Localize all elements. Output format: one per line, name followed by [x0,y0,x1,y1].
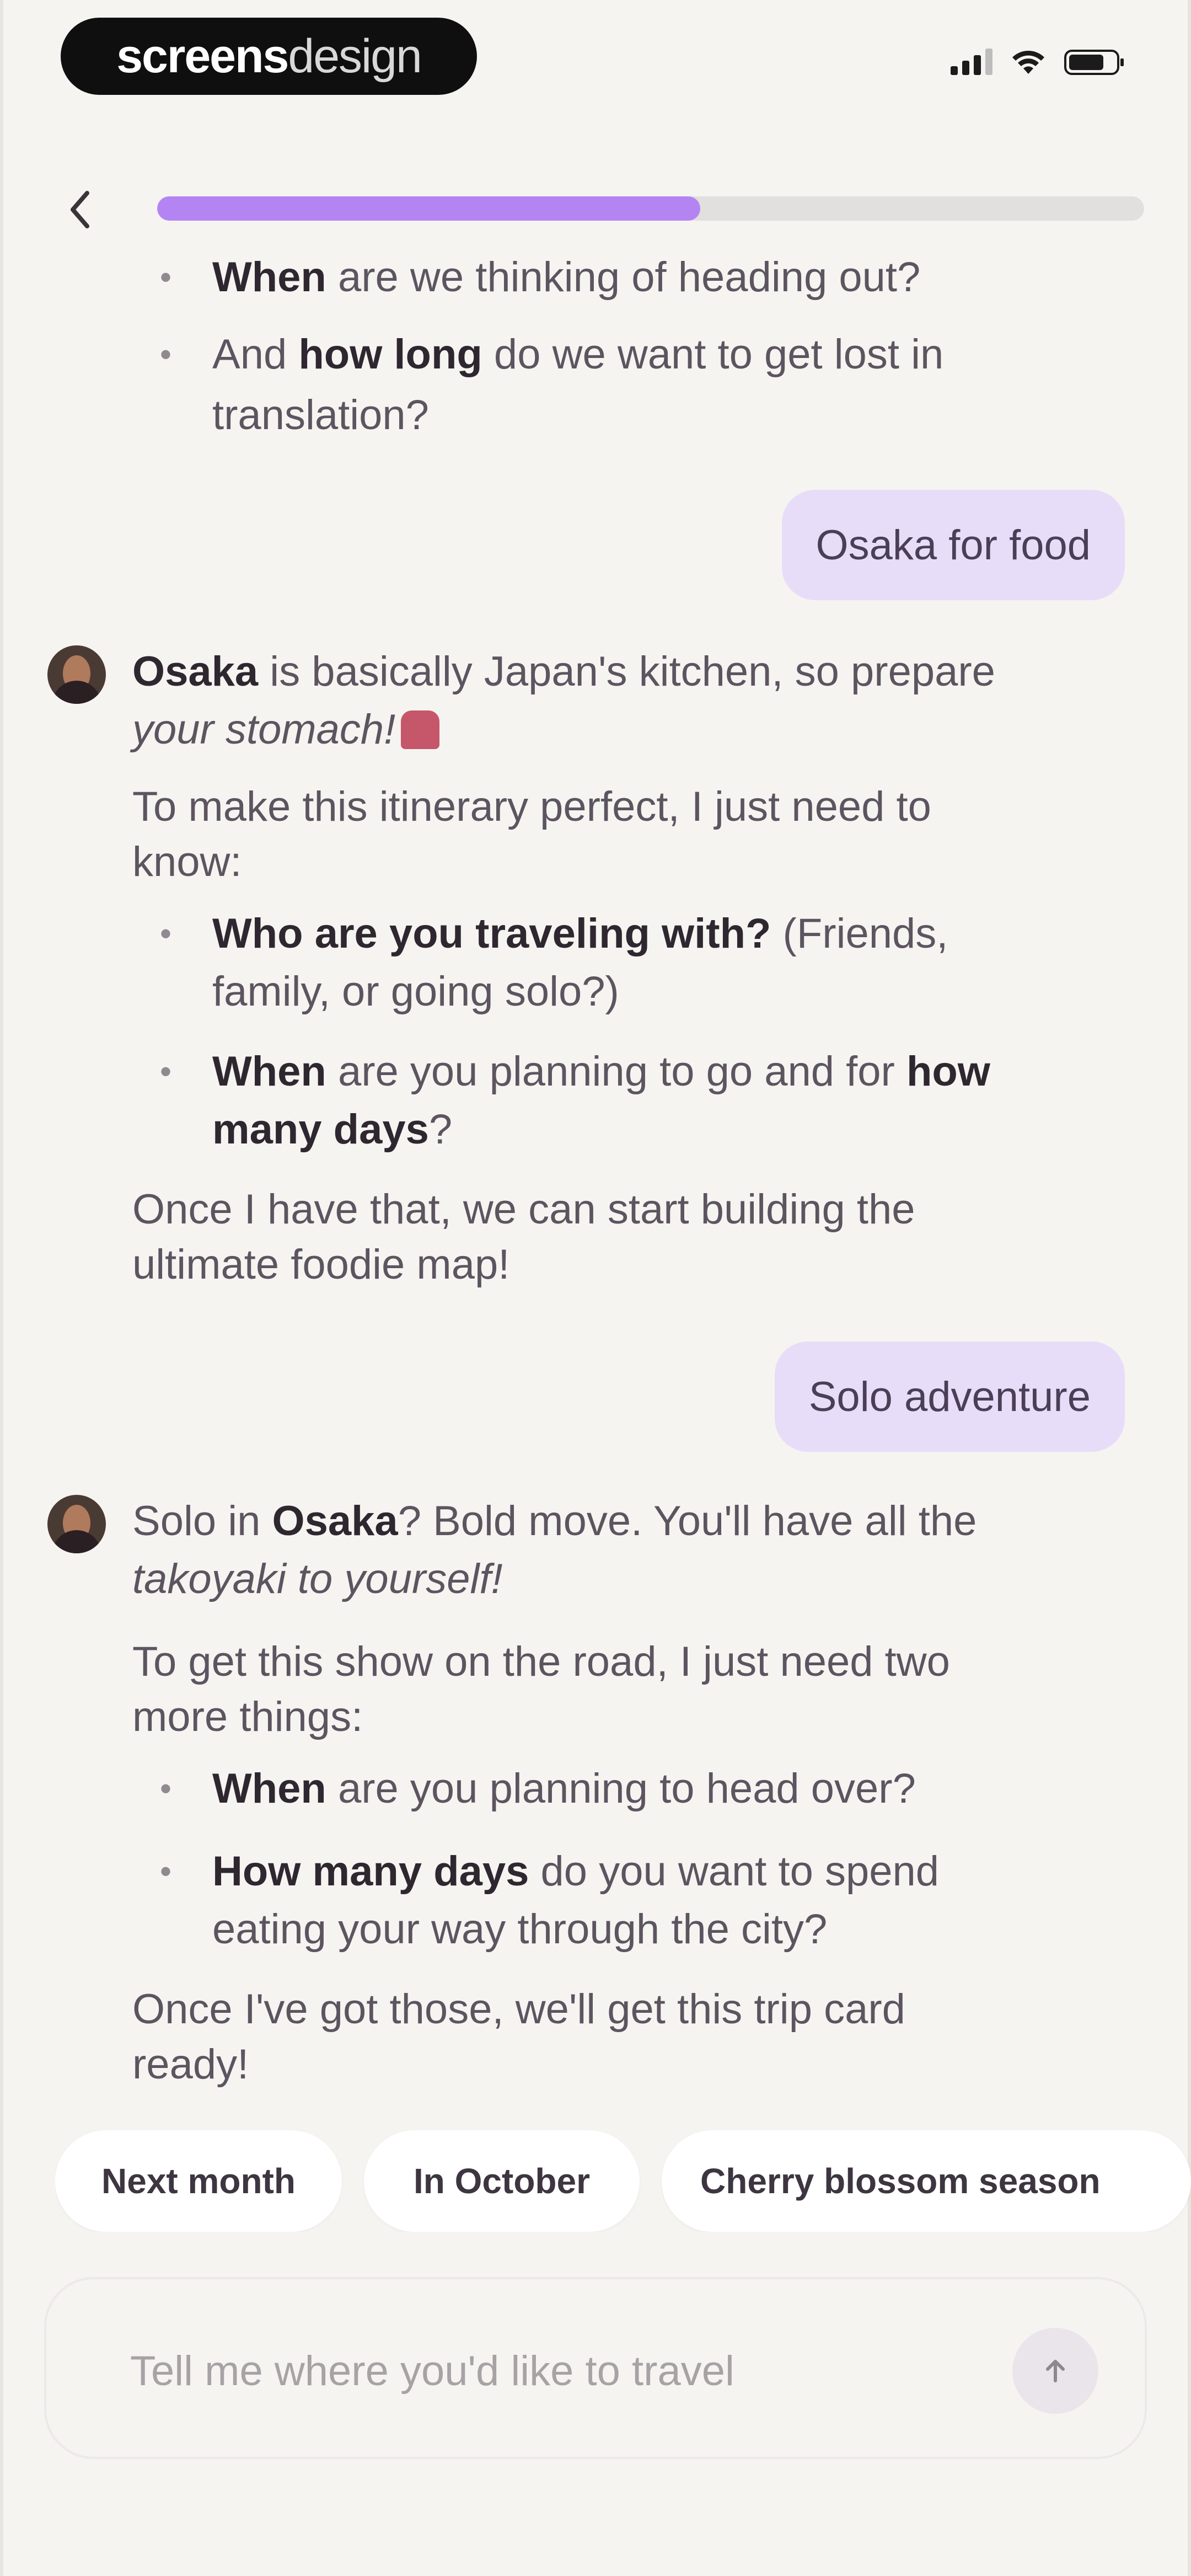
message-text: eating your way through the city? [212,1906,828,1953]
assistant-avatar [47,1495,106,1553]
chat-thread: When are we thinking of heading out? And… [0,221,1191,2118]
status-bar: screens design [0,0,1191,116]
progress-fill [157,196,700,221]
cellular-signal-icon [951,49,993,75]
message-composer [44,2277,1147,2459]
message-text: Osaka is basically Japan's kitchen, so p… [132,648,995,695]
message-input[interactable] [129,2340,958,2402]
bento-box-icon [401,710,440,749]
list-item: And how long do we want to get lost in [160,325,943,384]
list-item: Who are you traveling with? (Friends, [160,905,948,963]
message-text: Once I have that, we can start building … [132,1186,915,1233]
user-message-bubble: Osaka for food [781,490,1125,600]
progress-bar [157,196,1144,221]
battery-icon [1064,50,1124,75]
message-text: many days? [212,1106,453,1153]
suggestion-chip[interactable]: Cherry blossom season [662,2130,1191,2232]
message-text: ultimate foodie map! [132,1241,510,1288]
list-item: When are we thinking of heading out? [160,248,920,307]
wifi-icon [1012,50,1044,74]
send-button[interactable] [1012,2328,1098,2414]
message-text: more things: [132,1693,363,1740]
message-text: your stomach! [132,701,440,759]
status-icons [951,49,1124,75]
brand-light: design [288,29,422,83]
list-item: When are you planning to go and for how [160,1043,990,1101]
message-text: Solo in Osaka? Bold move. You'll have al… [132,1498,977,1544]
assistant-avatar [47,645,106,704]
message-text: ready! [132,2041,249,2088]
suggestion-chip[interactable]: In October [364,2130,640,2232]
message-text: family, or going solo?) [212,968,619,1015]
arrow-up-icon [1046,2360,1065,2382]
message-text: Once I've got those, we'll get this trip… [132,1986,905,2033]
message-text: know: [132,838,242,885]
brand-bold: screens [116,29,289,83]
message-text: translation? [212,392,429,439]
message-text: To get this show on the road, I just nee… [132,1638,950,1685]
list-item: When are you planning to head over? [160,1760,916,1818]
suggestion-chip[interactable]: Next month [55,2130,342,2232]
brand-logo: screens design [61,18,477,95]
user-message-bubble: Solo adventure [774,1342,1125,1452]
suggestion-chips: Next month In October Cherry blossom sea… [55,2130,1191,2232]
message-text: To make this itinerary perfect, I just n… [132,783,931,830]
list-item: How many days do you want to spend [160,1842,939,1901]
message-text: takoyaki to yourself! [132,1556,503,1602]
